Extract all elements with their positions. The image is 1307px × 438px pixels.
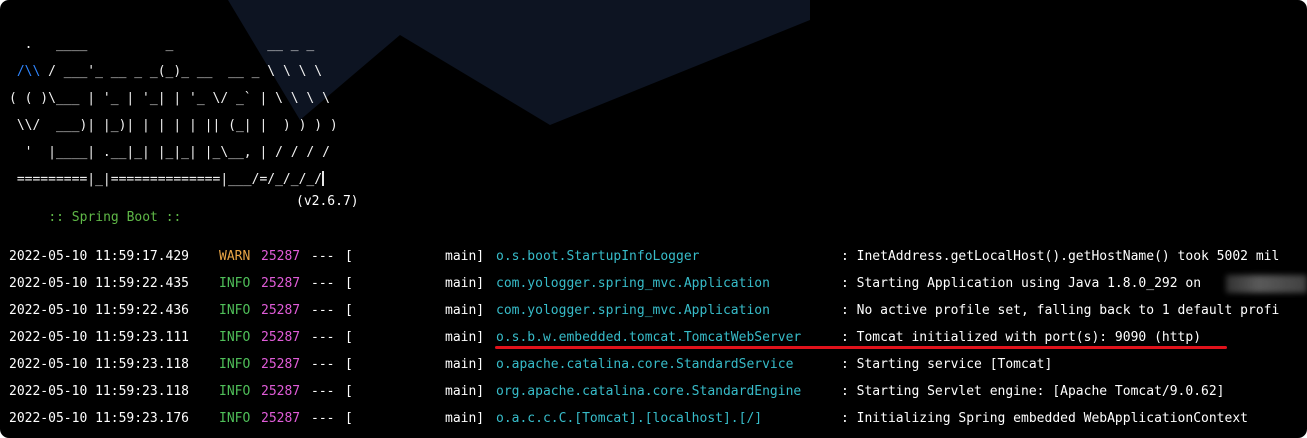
log-timestamp: 2022-05-10 11:59:23.111 [9,330,190,345]
log-separator: --- [311,303,335,318]
log-message: : Starting Servlet engine: [Apache Tomca… [841,384,1225,399]
log-level: INFO [219,411,251,426]
log-level: INFO [219,276,251,291]
log-logger-name: o.apache.catalina.core.StandardService [496,357,794,372]
banner-line-2-rest: / ___'_ __ _ _(_)_ __ __ _ \ \ \ \ [40,64,323,79]
banner-line-1: . ____ _ __ _ _ [9,37,315,52]
log-message: : InetAddress.getLocalHost().getHostName… [841,249,1280,264]
log-thread: main] [445,249,485,264]
highlight-underline [495,346,1227,349]
log-separator: --- [311,357,335,372]
banner-line-3: ( ( )\___ | '_ | '_| | '_ \/ _` | \ \ \ … [9,91,330,106]
log-thread: main] [445,357,485,372]
redacted-hostname [1226,275,1307,293]
log-thread-bracket: [ [345,276,353,291]
log-thread-bracket: [ [345,303,353,318]
log-separator: --- [311,411,335,426]
log-separator: --- [311,330,335,345]
log-pid: 25287 [261,303,301,318]
log-message: : Initializing Spring embedded WebApplic… [841,411,1248,426]
log-logger-name: o.s.b.w.embedded.tomcat.TomcatWebServer [496,330,802,345]
log-thread: main] [445,276,485,291]
log-thread: main] [445,411,485,426]
log-thread-bracket: [ [345,384,353,399]
log-thread: main] [445,384,485,399]
log-level: INFO [219,357,251,372]
log-logger-name: com.yologger.spring_mvc.Application [496,276,770,291]
text-cursor [322,171,325,186]
log-thread: main] [445,303,485,318]
log-timestamp: 2022-05-10 11:59:17.429 [9,249,190,264]
log-logger-name: com.yologger.spring_mvc.Application [496,303,770,318]
banner-line-5: ' |____| .__|_| |_|_| |_\__, | / / / / [9,145,330,160]
log-level: INFO [219,303,251,318]
log-timestamp: 2022-05-10 11:59:22.436 [9,303,190,318]
banner-line-6: =========|_|==============|___/=/_/_/_/ [9,172,323,187]
log-message: : Starting service [Tomcat] [841,357,1053,372]
banner-line-4: \\/ ___)| |_)| | | | | || (_| | ) ) ) ) [9,118,338,133]
log-thread: main] [445,330,485,345]
log-separator: --- [311,384,335,399]
log-pid: 25287 [261,384,301,399]
log-level: WARN [219,249,251,264]
log-logger-name: o.s.boot.StartupInfoLogger [496,249,700,264]
log-timestamp: 2022-05-10 11:59:23.118 [9,384,190,399]
log-thread-bracket: [ [345,330,353,345]
log-pid: 25287 [261,330,301,345]
spring-ascii-banner: . ____ _ __ _ _ /\\ / ___'_ __ _ _(_)_ _… [9,31,338,193]
log-separator: --- [311,276,335,291]
terminal-window[interactable]: . ____ _ __ _ _ /\\ / ___'_ __ _ _(_)_ _… [0,0,1307,438]
log-timestamp: 2022-05-10 11:59:23.176 [9,411,190,426]
log-pid: 25287 [261,411,301,426]
log-logger-name: org.apache.catalina.core.StandardEngine [496,384,802,399]
log-thread-bracket: [ [345,249,353,264]
log-message: : Tomcat initialized with port(s): 9090 … [841,330,1202,345]
log-level: INFO [219,384,251,399]
spring-boot-label-line: :: Spring Boot :: [17,194,181,242]
log-message: : No active profile set, falling back to… [841,303,1280,318]
log-timestamp: 2022-05-10 11:59:23.118 [9,357,190,372]
log-separator: --- [311,249,335,264]
spring-boot-version: (v2.6.7) [296,194,359,209]
log-message: : Starting Application using Java 1.8.0_… [841,276,1202,291]
log-pid: 25287 [261,276,301,291]
spring-boot-label: :: Spring Boot :: [48,210,182,225]
log-thread-bracket: [ [345,357,353,372]
banner-blue-mark: /\\ [16,64,41,79]
log-level: INFO [219,330,251,345]
log-timestamp: 2022-05-10 11:59:22.435 [9,276,190,291]
log-pid: 25287 [261,249,301,264]
log-logger-name: o.a.c.c.C.[Tomcat].[localhost].[/] [496,411,763,426]
log-thread-bracket: [ [345,411,353,426]
log-pid: 25287 [261,357,301,372]
